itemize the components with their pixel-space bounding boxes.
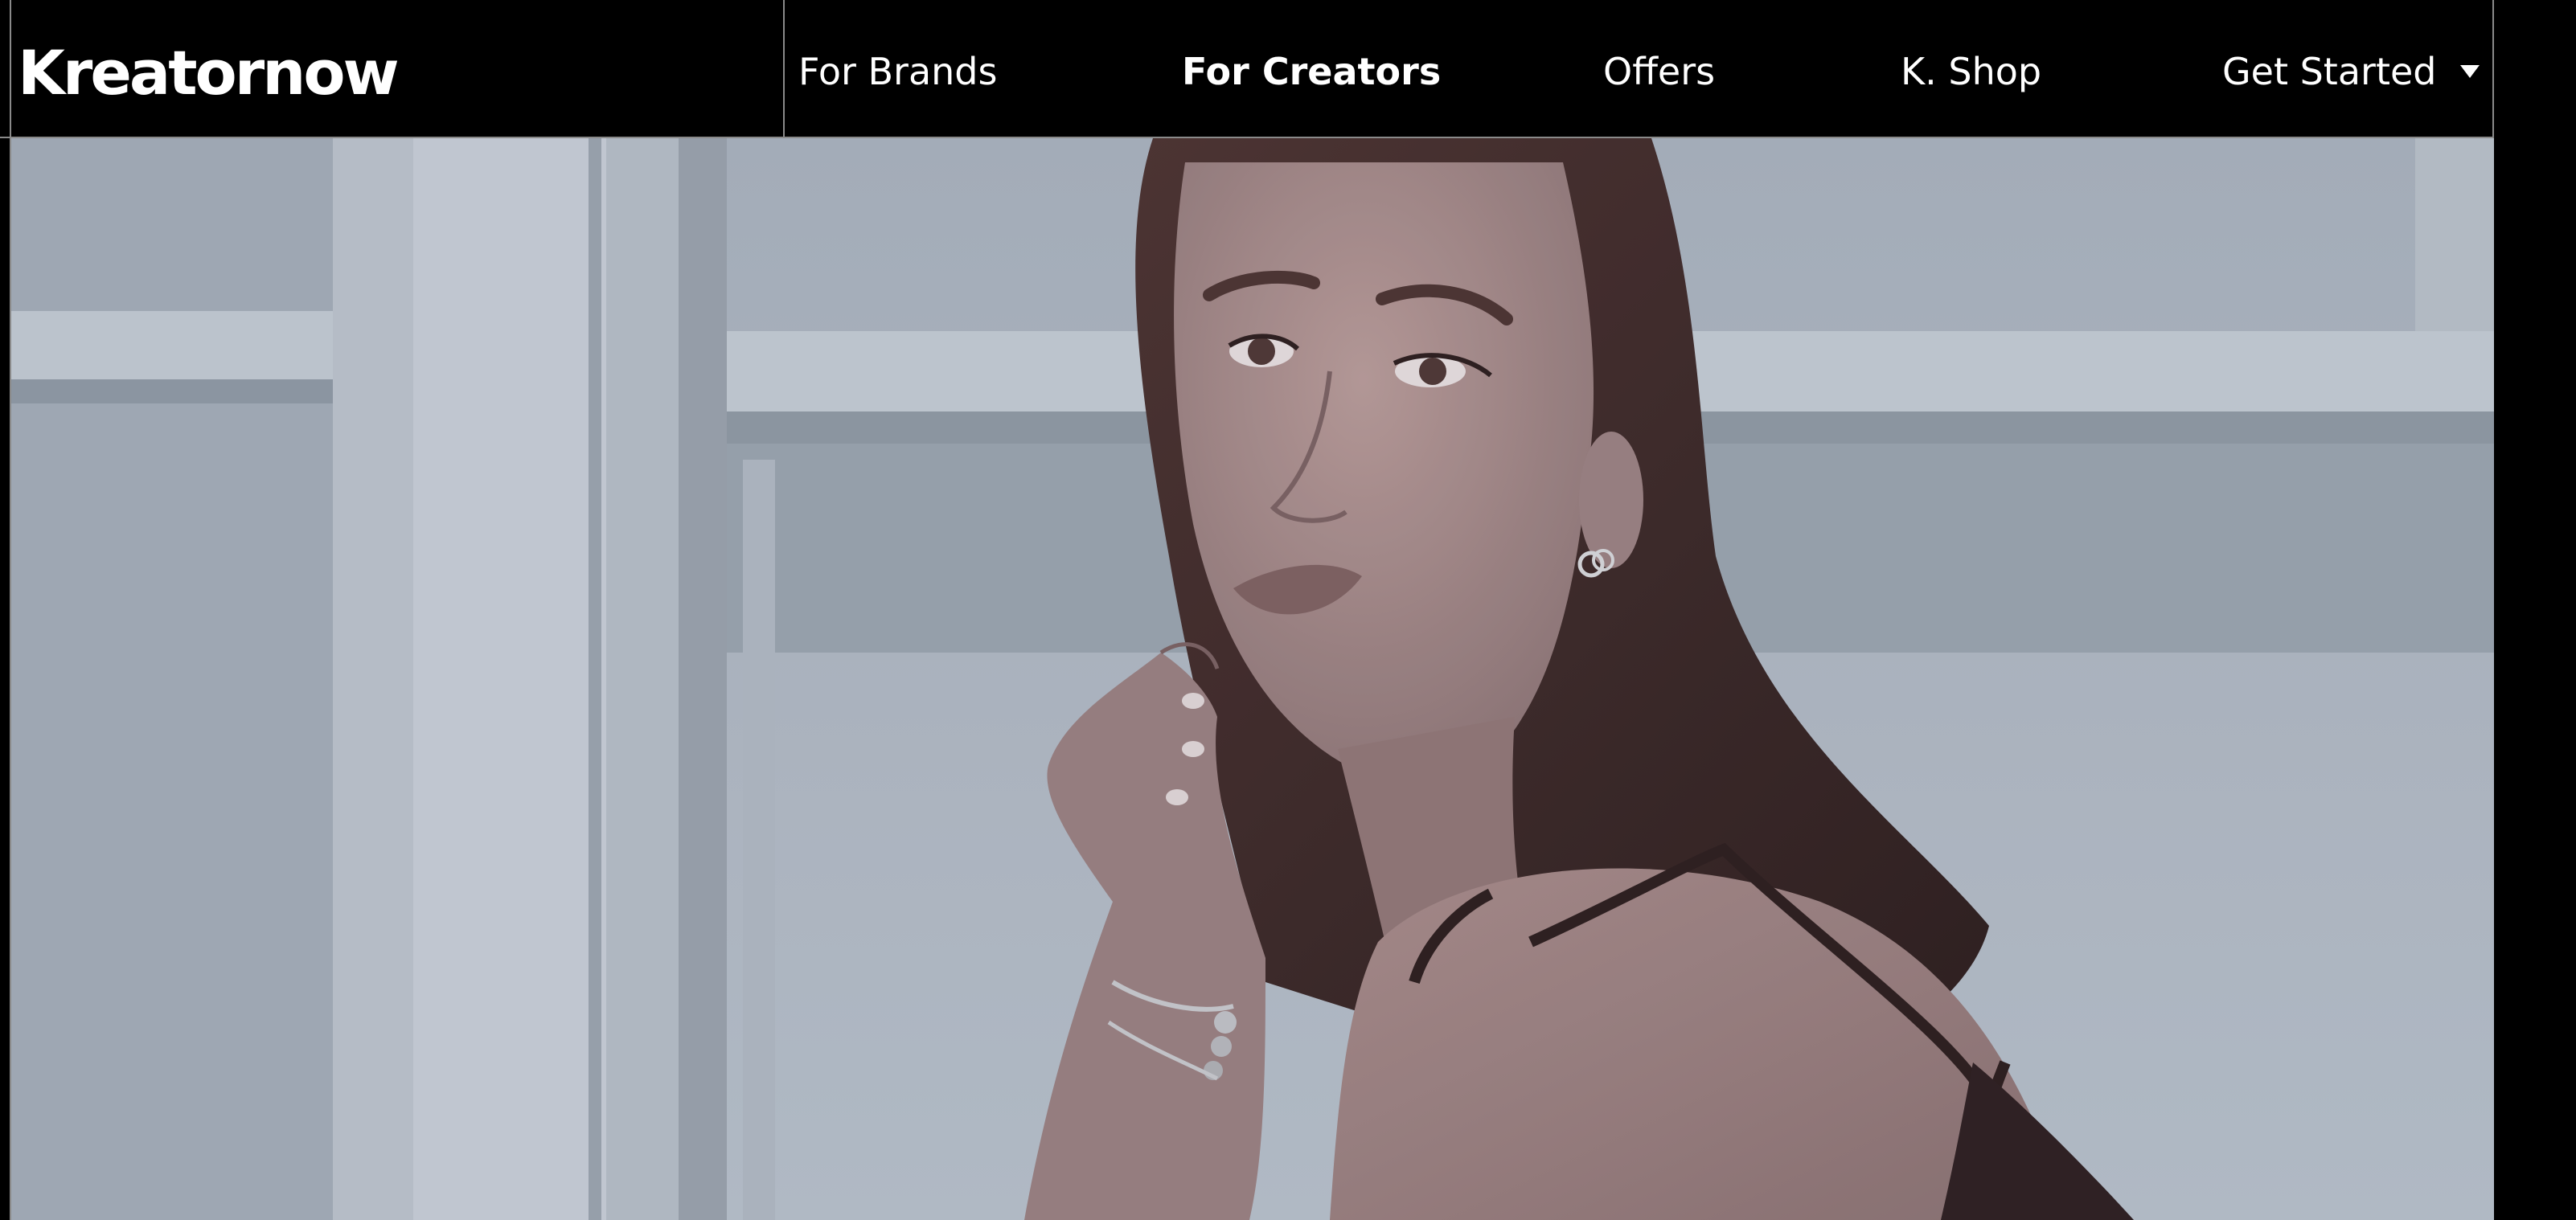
right-rail [2494,138,2576,1220]
logo-cell: Kreatornow [10,0,785,137]
hero-photo [11,138,2494,1220]
nav-for-creators[interactable]: For Creators [1182,47,1441,96]
nav-get-started[interactable]: Get Started [2222,47,2480,96]
hero-image [10,138,2494,1220]
main-nav: For Brands For Creators Offers K. Shop G… [786,0,2494,137]
page: Kreatornow For Brands For Creators Offer… [0,0,2576,1220]
get-started-label: Get Started [2222,50,2437,93]
nav-offers[interactable]: Offers [1603,47,1715,96]
nav-k-shop[interactable]: K. Shop [1901,47,2041,96]
brand-logo[interactable]: Kreatornow [18,37,400,109]
nav-for-brands[interactable]: For Brands [798,47,997,96]
site-header: Kreatornow For Brands For Creators Offer… [0,0,2576,138]
caret-down-icon[interactable] [2460,64,2480,78]
